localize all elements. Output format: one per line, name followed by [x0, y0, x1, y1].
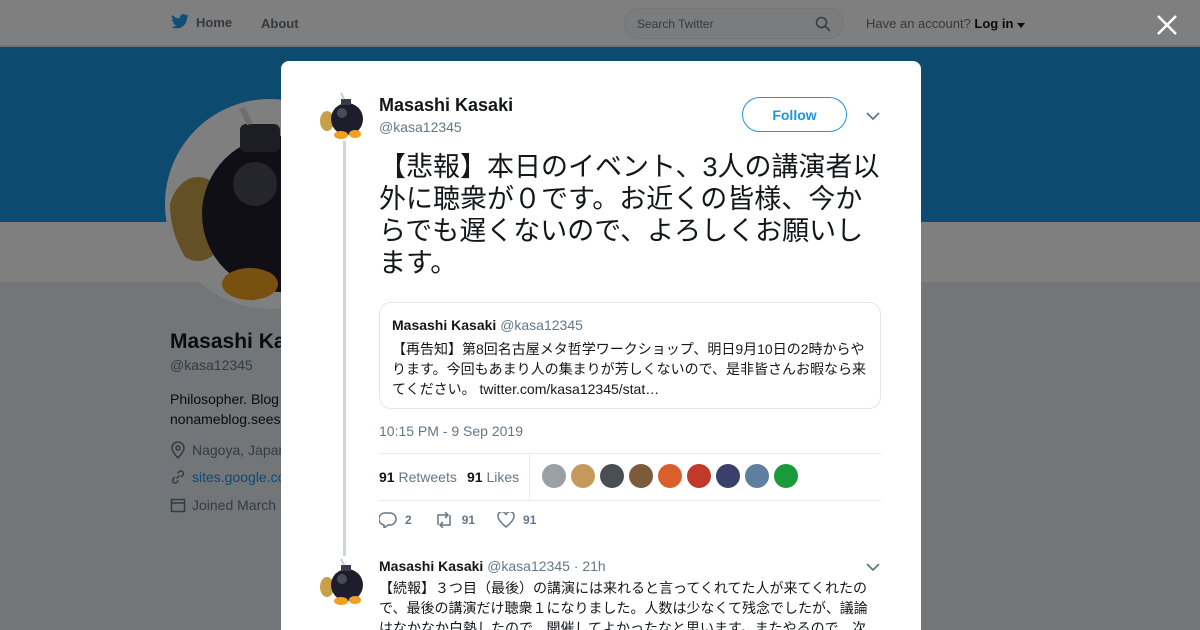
- likes-stat[interactable]: 91 Likes: [467, 469, 519, 485]
- reply-age[interactable]: 21h: [582, 558, 605, 574]
- retweets-stat[interactable]: 91 Retweets: [379, 469, 457, 485]
- reply-author-avatar[interactable]: [319, 557, 369, 607]
- author-handle[interactable]: @kasa12345: [379, 119, 462, 135]
- quoted-tweet[interactable]: Masashi Kasaki @kasa12345 【再告知】第8回名古屋メタ哲…: [379, 302, 881, 409]
- stat-divider: [529, 454, 530, 500]
- likes-count: 91: [467, 469, 483, 485]
- heart-icon: [497, 512, 515, 528]
- chevron-down-icon[interactable]: [866, 112, 880, 121]
- retweets-label: Retweets: [398, 469, 457, 485]
- quoted-author-handle: @kasa12345: [500, 317, 583, 333]
- retweet-count: 91: [461, 513, 476, 527]
- quoted-tweet-text: 【再告知】第8回名古屋メタ哲学ワークショップ、明日9月10日の2時からやります。…: [392, 341, 867, 397]
- liker-avatar[interactable]: [745, 464, 769, 488]
- like-count: 91: [523, 513, 537, 527]
- liker-avatar[interactable]: [542, 464, 566, 488]
- tweet-modal: Masashi Kasaki @kasa12345 Follow 【悲報】本日の…: [281, 61, 921, 630]
- tweet-actions: 2 91 91: [379, 512, 558, 528]
- reply-action[interactable]: 2: [379, 512, 412, 528]
- tweet-stats: 91 Retweets 91 Likes: [379, 453, 881, 501]
- retweet-action[interactable]: 91: [434, 512, 475, 528]
- quoted-author-name: Masashi Kasaki: [392, 317, 497, 333]
- reply-header: Masashi Kasaki @kasa12345 · 21h: [379, 558, 606, 574]
- liker-avatar[interactable]: [600, 464, 624, 488]
- quoted-tweet-header: Masashi Kasaki @kasa12345: [392, 317, 868, 333]
- reply-author-name[interactable]: Masashi Kasaki: [379, 558, 483, 574]
- liker-avatar[interactable]: [629, 464, 653, 488]
- retweet-icon: [436, 512, 451, 528]
- tweet-timestamp[interactable]: 10:15 PM - 9 Sep 2019: [379, 423, 523, 439]
- follow-button[interactable]: Follow: [742, 97, 847, 132]
- reply-author-handle[interactable]: @kasa12345: [487, 558, 570, 574]
- reply-separator: ·: [573, 558, 579, 574]
- likers-list: [542, 464, 798, 488]
- liker-avatar[interactable]: [774, 464, 798, 488]
- liker-avatar[interactable]: [658, 464, 682, 488]
- tweet-text: 【悲報】本日のイベント、3人の講演者以外に聴衆が０です。お近くの皆様、今からでも…: [379, 152, 880, 278]
- author-avatar[interactable]: [319, 91, 369, 141]
- reply-count: 2: [405, 513, 412, 527]
- liker-avatar[interactable]: [716, 464, 740, 488]
- retweets-count: 91: [379, 469, 395, 485]
- author-name[interactable]: Masashi Kasaki: [379, 95, 513, 116]
- close-icon[interactable]: [1156, 14, 1178, 36]
- liker-avatar[interactable]: [687, 464, 711, 488]
- reply-chevron-down-icon[interactable]: [866, 563, 880, 572]
- reply-icon: [379, 512, 397, 528]
- liker-avatar[interactable]: [571, 464, 595, 488]
- likes-label: Likes: [486, 469, 520, 485]
- like-action[interactable]: 91: [497, 512, 536, 528]
- reply-text: 【続報】３つ目（最後）の講演には来れると言ってくれてた人が来てくれたので、最後の…: [379, 580, 868, 630]
- thread-line: [343, 141, 346, 556]
